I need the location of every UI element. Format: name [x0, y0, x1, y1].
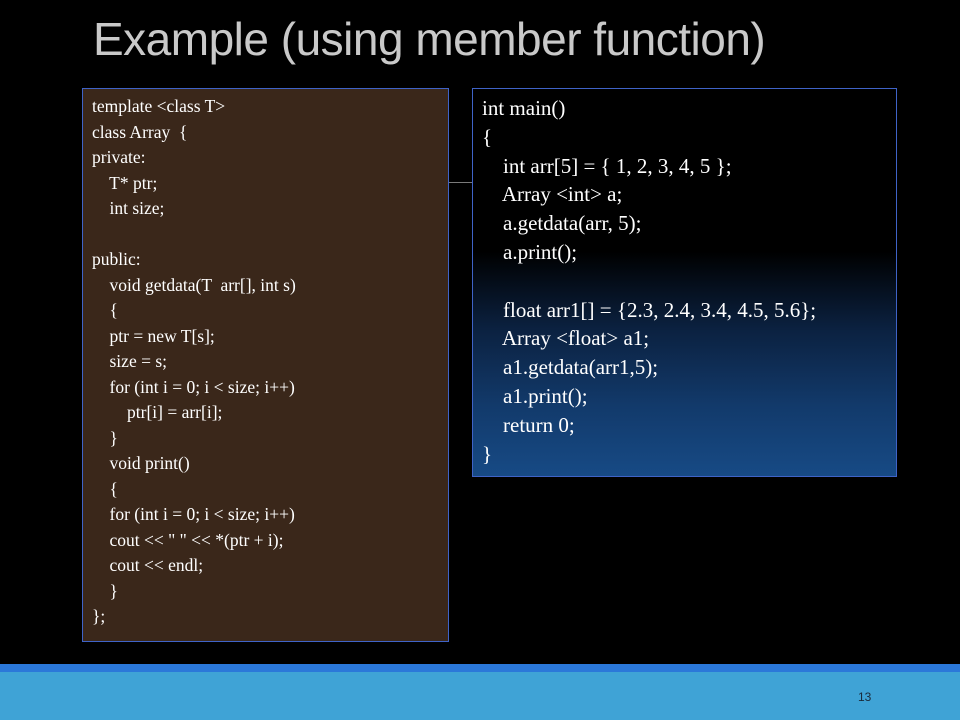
slide-title: Example (using member function) — [93, 13, 766, 65]
code-line: int arr[5] = { 1, 2, 3, 4, 5 }; — [482, 153, 732, 178]
code-line: a.print(); — [482, 239, 578, 264]
code-line: for (int i = 0; i < size; i++) — [92, 504, 295, 524]
code-line: a1.print(); — [482, 383, 588, 408]
code-line: cout << " " << *(ptr + i); — [92, 529, 284, 550]
code-line: Array <float> a1; — [482, 326, 650, 351]
code-line: { — [482, 124, 493, 149]
connector-line — [449, 182, 472, 183]
code-line: { — [92, 478, 118, 499]
code-line: ptr = new T[s]; — [92, 325, 215, 346]
code-line: int size; — [92, 198, 165, 218]
code-line: void getdata(T arr[], int s) — [92, 274, 296, 295]
footer-bar: 13 — [0, 664, 960, 720]
code-line: { — [92, 300, 118, 320]
code-line: return 0; — [482, 412, 575, 437]
code-line: } — [92, 580, 118, 601]
code-line: cout << endl; — [92, 555, 204, 575]
code-line: class Array { — [92, 121, 188, 142]
page-number: 13 — [858, 690, 872, 704]
code-line: } — [482, 441, 493, 466]
code-line: float arr1[] = {2.3, 2.4, 3.4, 4.5, 5.6}… — [482, 297, 817, 322]
code-line: private: — [92, 147, 146, 167]
footer-accent-strip — [0, 664, 960, 672]
code-line: a.getdata(arr, 5); — [482, 211, 642, 236]
code-line: Array <int> a; — [482, 182, 623, 207]
code-line: }; — [92, 606, 106, 626]
code-line: size = s; — [92, 351, 168, 371]
code-line: for (int i = 0; i < size; i++) — [92, 376, 295, 397]
code-line: void print() — [92, 453, 190, 473]
code-line: T* ptr; — [92, 172, 158, 193]
code-line: a1.getdata(arr1,5); — [482, 355, 659, 380]
code-line: public: — [92, 249, 141, 269]
code-line: ptr[i] = arr[i]; — [92, 402, 223, 422]
code-line: int main() — [482, 96, 566, 120]
class-definition-code-box: template <class T> class Array { private… — [82, 88, 449, 642]
main-function-code-box: int main() { int arr[5] = { 1, 2, 3, 4, … — [472, 88, 897, 477]
code-line: template <class T> — [92, 96, 226, 116]
code-line: } — [92, 427, 118, 448]
